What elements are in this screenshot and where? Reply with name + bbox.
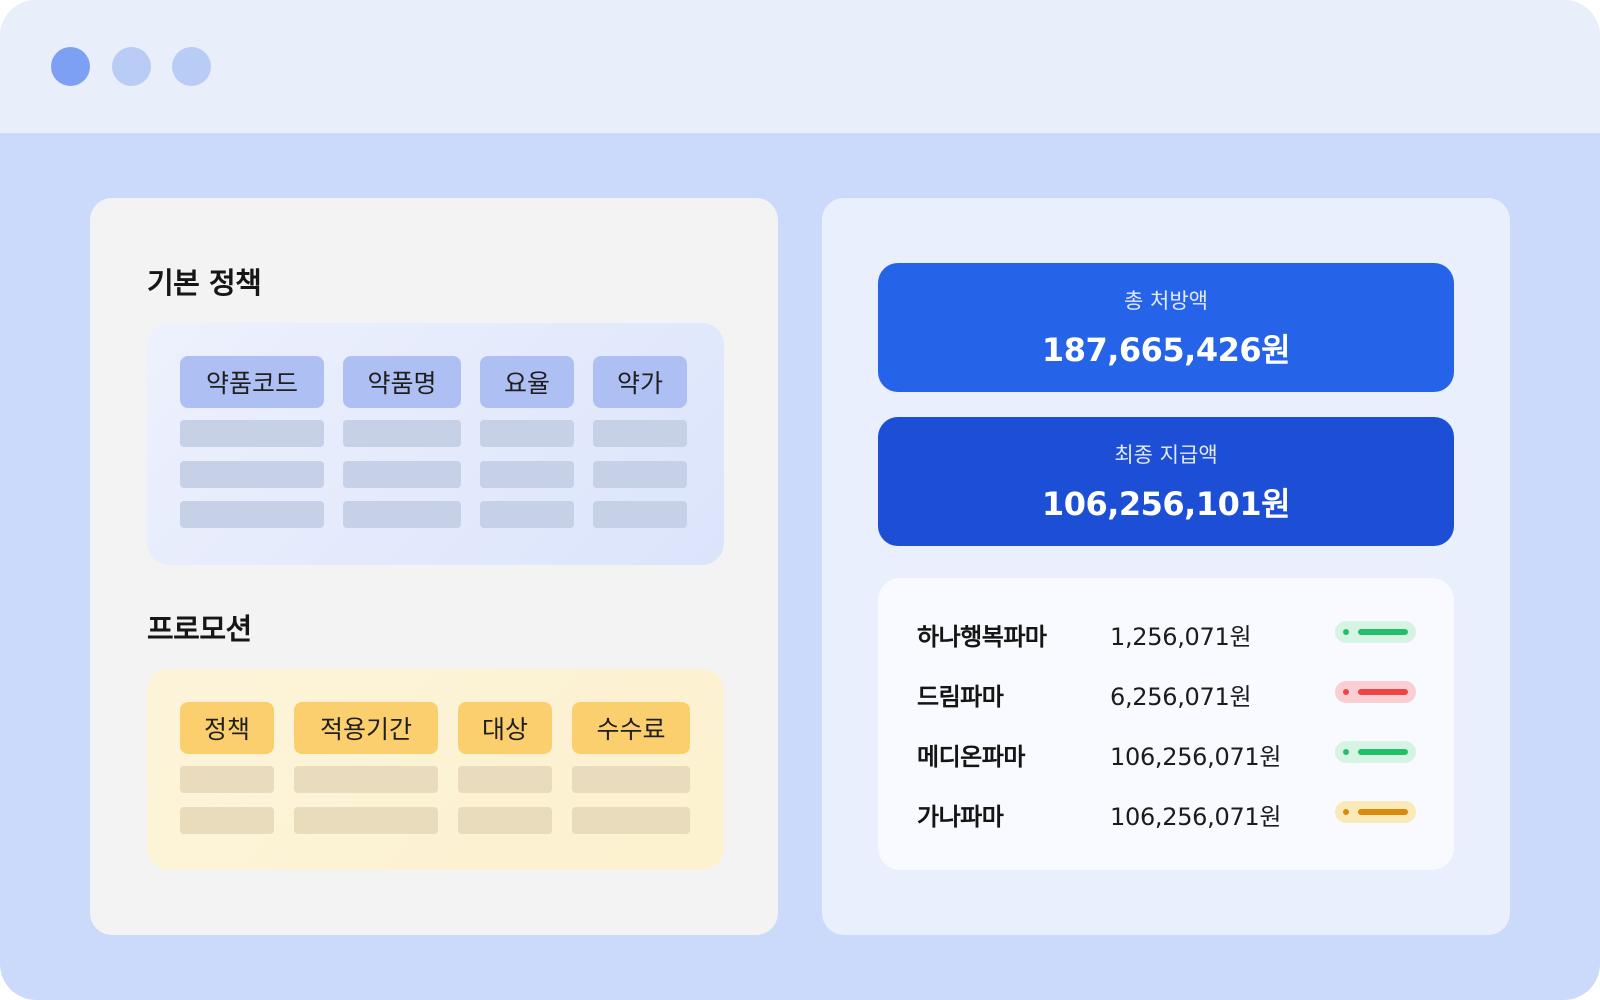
status-indicator: [1335, 681, 1416, 703]
status-indicator: [1335, 621, 1416, 643]
pharma-name: 메디온파마: [917, 743, 1025, 771]
window-titlebar: [0, 0, 1600, 133]
column-header-drug-code[interactable]: 약품코드: [180, 356, 324, 408]
total-prescription-card: 총 처방액 187,665,426원: [878, 263, 1454, 392]
table-cell-placeholder: [480, 501, 574, 528]
pharma-name: 드림파마: [917, 683, 1004, 711]
list-item[interactable]: 드림파마 6,256,071원: [878, 672, 1454, 712]
pharma-amount: 106,256,071원: [1110, 803, 1282, 831]
table-cell-placeholder: [180, 420, 324, 447]
pharma-name: 가나파마: [917, 803, 1004, 831]
table-cell-placeholder: [180, 766, 274, 793]
table-cell-placeholder: [593, 420, 687, 447]
pharma-amount: 6,256,071원: [1110, 683, 1252, 711]
column-header-rate[interactable]: 요율: [480, 356, 574, 408]
window-close-dot[interactable]: [51, 47, 90, 86]
settlement-panel: 총 처방액 187,665,426원 최종 지급액 106,256,101원 하…: [822, 198, 1510, 935]
table-cell-placeholder: [180, 807, 274, 834]
table-cell-placeholder: [180, 461, 324, 488]
status-dot-icon: [1343, 689, 1349, 695]
column-header-fee[interactable]: 수수료: [572, 702, 690, 754]
status-indicator: [1335, 741, 1416, 763]
final-payment-amount: 106,256,101원: [1041, 485, 1291, 523]
table-cell-placeholder: [572, 766, 690, 793]
app-window: 기본 정책 약품코드 약품명 요율 약가 프로모션 정책 적용기간 대상 수수료: [0, 0, 1600, 1000]
column-header-price[interactable]: 약가: [593, 356, 687, 408]
pharma-name: 하나행복파마: [917, 623, 1047, 651]
total-prescription-label: 총 처방액: [1124, 289, 1208, 313]
final-payment-card: 최종 지급액 106,256,101원: [878, 417, 1454, 546]
total-prescription-amount: 187,665,426원: [1041, 331, 1291, 369]
status-dot-icon: [1343, 809, 1349, 815]
table-cell-placeholder: [458, 766, 552, 793]
table-cell-placeholder: [480, 420, 574, 447]
table-cell-placeholder: [180, 501, 324, 528]
status-indicator: [1335, 801, 1416, 823]
promotion-title: 프로모션: [147, 612, 252, 646]
window-minimize-dot[interactable]: [112, 47, 151, 86]
list-item[interactable]: 하나행복파마 1,256,071원: [878, 612, 1454, 652]
pharma-list: 하나행복파마 1,256,071원 드림파마 6,256,071원 메디온파마 …: [878, 578, 1454, 870]
column-header-period[interactable]: 적용기간: [294, 702, 438, 754]
policy-panel: 기본 정책 약품코드 약품명 요율 약가 프로모션 정책 적용기간 대상 수수료: [90, 198, 778, 935]
status-dot-icon: [1343, 629, 1349, 635]
table-cell-placeholder: [593, 461, 687, 488]
list-item[interactable]: 메디온파마 106,256,071원: [878, 732, 1454, 772]
table-cell-placeholder: [343, 461, 461, 488]
basic-policy-table: 약품코드 약품명 요율 약가: [147, 323, 724, 565]
status-dot-icon: [1343, 749, 1349, 755]
table-cell-placeholder: [480, 461, 574, 488]
column-header-drug-name[interactable]: 약품명: [343, 356, 461, 408]
table-cell-placeholder: [343, 420, 461, 447]
status-bar: [1358, 629, 1408, 635]
table-cell-placeholder: [593, 501, 687, 528]
table-cell-placeholder: [572, 807, 690, 834]
table-cell-placeholder: [294, 807, 438, 834]
status-bar: [1358, 689, 1408, 695]
basic-policy-title: 기본 정책: [147, 266, 262, 300]
window-maximize-dot[interactable]: [172, 47, 211, 86]
pharma-amount: 106,256,071원: [1110, 743, 1282, 771]
table-cell-placeholder: [343, 501, 461, 528]
list-item[interactable]: 가나파마 106,256,071원: [878, 792, 1454, 832]
status-bar: [1358, 809, 1408, 815]
table-cell-placeholder: [458, 807, 552, 834]
pharma-amount: 1,256,071원: [1110, 623, 1252, 651]
column-header-target[interactable]: 대상: [458, 702, 552, 754]
final-payment-label: 최종 지급액: [1114, 443, 1218, 467]
status-bar: [1358, 749, 1408, 755]
column-header-policy[interactable]: 정책: [180, 702, 274, 754]
table-cell-placeholder: [294, 766, 438, 793]
promotion-table: 정책 적용기간 대상 수수료: [147, 669, 724, 870]
